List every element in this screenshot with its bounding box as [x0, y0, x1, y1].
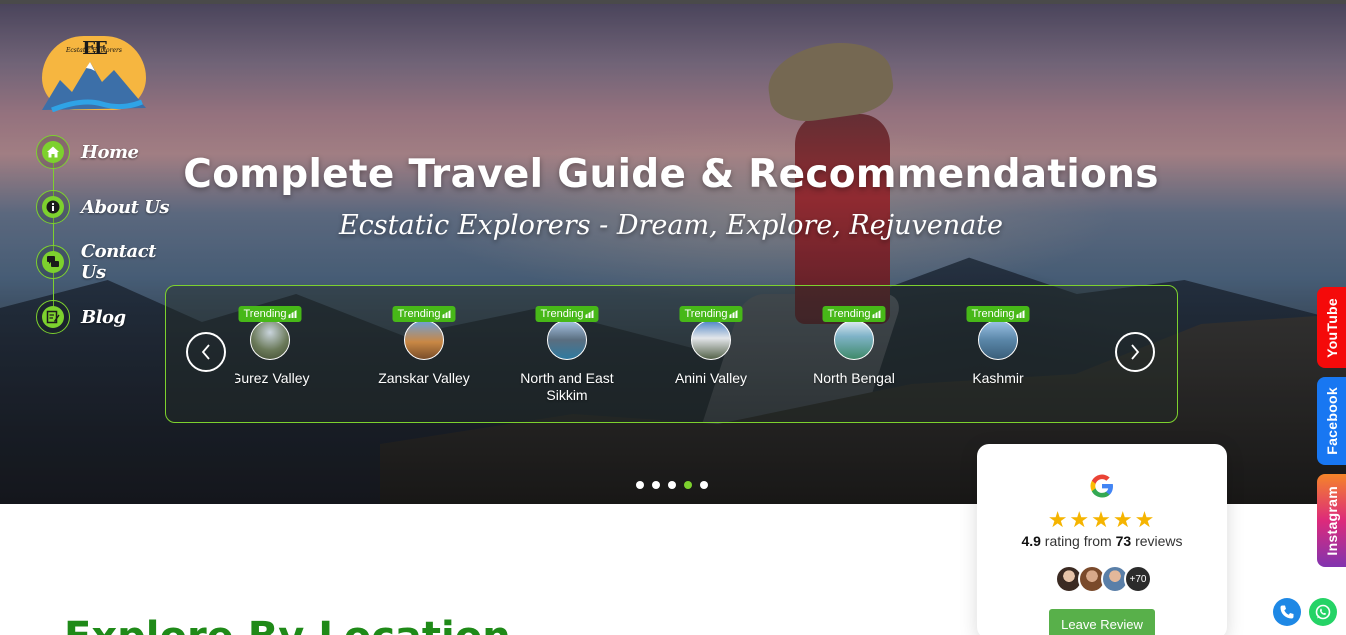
- nav-label-blog: Blog: [81, 306, 126, 328]
- trending-badge: Trending: [966, 306, 1030, 322]
- trending-badge: Trending: [822, 306, 886, 322]
- phone-icon: [1280, 605, 1294, 619]
- location-name: Kashmir: [972, 370, 1024, 386]
- info-icon: [46, 200, 60, 214]
- rating-summary: 4.9 rating from 73 reviews: [977, 533, 1227, 549]
- trending-icon: [442, 310, 451, 319]
- nav-connector-line: [53, 152, 54, 317]
- nav-item-contact-us[interactable]: Contact Us: [36, 241, 186, 283]
- chat-icon: [46, 256, 59, 267]
- rating-value: 4.9: [1021, 533, 1041, 549]
- google-icon: [1090, 474, 1113, 498]
- carousel-next-button[interactable]: [1115, 332, 1155, 372]
- pagination-dot[interactable]: [636, 481, 644, 489]
- trending-icon: [288, 310, 297, 319]
- hero-banner: [0, 4, 1346, 504]
- pagination-dot[interactable]: [700, 481, 708, 489]
- pagination-dot-active[interactable]: [684, 481, 692, 489]
- nav-item-blog[interactable]: Blog: [36, 299, 186, 335]
- trending-badge: Trending: [392, 306, 456, 322]
- rating-suffix: reviews: [1135, 533, 1183, 549]
- location-name: Zanskar Valley: [378, 370, 470, 386]
- trending-icon: [729, 310, 738, 319]
- trending-icon: [1016, 310, 1025, 319]
- star-rating: ★★★★★: [1047, 507, 1157, 532]
- logo-mountains-icon: [42, 62, 146, 112]
- whatsapp-icon: [1315, 604, 1331, 620]
- trending-badge: Trending: [535, 306, 599, 322]
- phone-button[interactable]: [1273, 598, 1301, 626]
- instagram-tab[interactable]: Instagram: [1317, 474, 1346, 567]
- facebook-tab[interactable]: Facebook: [1317, 377, 1346, 465]
- youtube-tab[interactable]: YouTube: [1317, 287, 1346, 368]
- whatsapp-button[interactable]: [1309, 598, 1337, 626]
- pagination-dot[interactable]: [652, 481, 660, 489]
- trending-badge: Trending: [238, 306, 302, 322]
- trending-badge: Trending: [679, 306, 743, 322]
- reviewer-avatars: +70: [1055, 565, 1152, 593]
- location-name: Anini Valley: [674, 370, 748, 386]
- site-logo[interactable]: EE Ecstatic Explorers: [42, 36, 146, 112]
- hero-title: Complete Travel Guide & Recommendations: [183, 152, 1159, 197]
- rating-text: rating from: [1044, 533, 1112, 549]
- nav-label-home: Home: [81, 141, 139, 163]
- location-carousel: Trending Gurez Valley Trending Zanskar V…: [165, 285, 1178, 423]
- location-name: North and East Sikkim: [520, 370, 614, 403]
- pagination-dot[interactable]: [668, 481, 676, 489]
- facebook-label: Facebook: [1323, 387, 1340, 455]
- carousel-pagination: [636, 481, 708, 489]
- google-review-card: ★★★★★ 4.9 rating from 73 reviews +70 Lea…: [977, 444, 1227, 635]
- trending-icon: [585, 310, 594, 319]
- home-icon: [47, 146, 59, 158]
- edit-icon: [46, 310, 60, 324]
- hero-subtitle: Ecstatic Explorers - Dream, Explore, Rej…: [338, 210, 1004, 241]
- location-thumbnail: [691, 320, 731, 360]
- youtube-label: YouTube: [1323, 297, 1340, 358]
- trending-icon: [872, 310, 881, 319]
- instagram-label: Instagram: [1323, 485, 1340, 556]
- location-name: Gurez Valley: [230, 370, 310, 386]
- section-title: Explore By Location: [64, 614, 511, 635]
- chevron-right-icon: [1131, 344, 1140, 360]
- location-name: North Bengal: [813, 370, 895, 386]
- carousel-track: Trending Gurez Valley Trending Zanskar V…: [211, 286, 1111, 422]
- hero-overlay: [0, 4, 1346, 504]
- location-thumbnail: [547, 320, 587, 360]
- nav-label-contact-us: Contact Us: [80, 241, 157, 283]
- leave-review-button[interactable]: Leave Review: [1049, 609, 1155, 635]
- location-thumbnail: [978, 320, 1018, 360]
- review-count: 73: [1115, 533, 1132, 549]
- location-thumbnail: [250, 320, 290, 360]
- more-reviewers-badge: +70: [1124, 565, 1152, 593]
- nav-label-about-us: About Us: [81, 196, 170, 218]
- location-thumbnail: [834, 320, 874, 360]
- logo-text: Ecstatic Explorers: [66, 47, 122, 54]
- location-thumbnail: [404, 320, 444, 360]
